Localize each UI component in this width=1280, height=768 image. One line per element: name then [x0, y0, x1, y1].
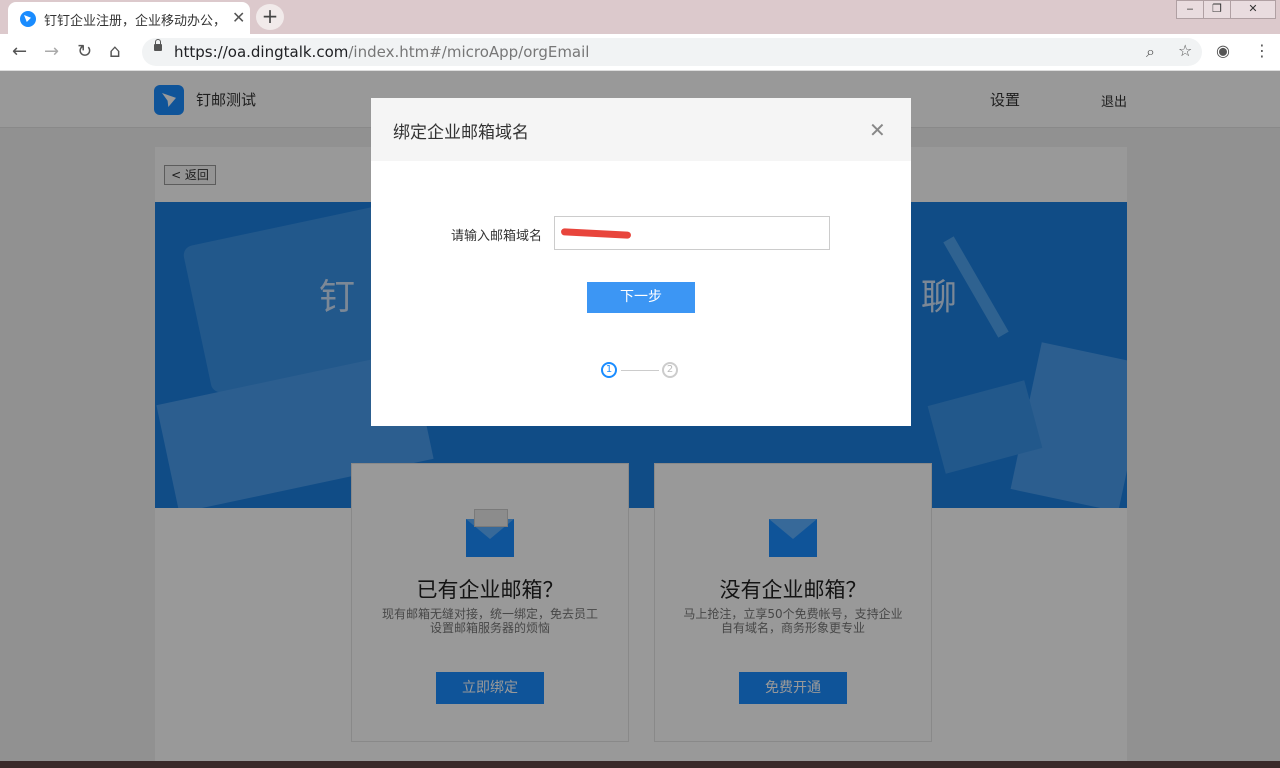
- lock-icon: [154, 39, 162, 51]
- profile-icon[interactable]: ◉: [1216, 41, 1230, 60]
- home-icon[interactable]: ⌂: [109, 41, 120, 62]
- dialog-header: 绑定企业邮箱域名 ✕: [371, 98, 911, 161]
- restore-button[interactable]: ❐: [1203, 0, 1231, 19]
- browser-tabstrip: 钉钉企业注册，企业移动办公，全 ✕ + ‒ ❐ ✕: [0, 0, 1280, 34]
- domain-field-label: 请输入邮箱域名: [451, 229, 543, 244]
- next-step-button[interactable]: 下一步: [587, 282, 695, 313]
- back-arrow-icon[interactable]: ←: [12, 41, 27, 62]
- bind-domain-dialog: 绑定企业邮箱域名 ✕ 请输入邮箱域名 下一步 1 2: [371, 98, 911, 426]
- url-text: https://oa.dingtalk.com/index.htm#/micro…: [174, 43, 590, 61]
- forward-arrow-icon[interactable]: →: [44, 41, 59, 62]
- browser-tab[interactable]: 钉钉企业注册，企业移动办公，全 ✕: [8, 2, 250, 34]
- minimize-button[interactable]: ‒: [1176, 0, 1204, 19]
- menu-kebab-icon[interactable]: ⋮: [1254, 41, 1270, 60]
- dialog-title: 绑定企业邮箱域名: [393, 123, 529, 143]
- zoom-icon[interactable]: ⌕: [1146, 42, 1155, 62]
- step-2-indicator: 2: [662, 362, 678, 378]
- reload-icon[interactable]: ↻: [77, 41, 92, 62]
- tab-close-icon[interactable]: ✕: [232, 8, 245, 27]
- window-controls: ‒ ❐ ✕: [1176, 0, 1276, 19]
- step-connector: [621, 370, 659, 371]
- step-1-indicator: 1: [601, 362, 617, 378]
- dingtalk-favicon-icon: [20, 11, 36, 27]
- tab-title: 钉钉企业注册，企业移动办公，全: [44, 14, 224, 29]
- browser-toolbar: ← → ↻ ⌂ https://oa.dingtalk.com/index.ht…: [0, 34, 1280, 71]
- new-tab-button[interactable]: +: [256, 4, 284, 30]
- address-bar[interactable]: https://oa.dingtalk.com/index.htm#/micro…: [142, 38, 1202, 66]
- os-taskbar: [0, 761, 1280, 768]
- bookmark-star-icon[interactable]: ☆: [1178, 41, 1192, 60]
- window-close-button[interactable]: ✕: [1230, 0, 1276, 19]
- close-icon[interactable]: ✕: [869, 118, 886, 142]
